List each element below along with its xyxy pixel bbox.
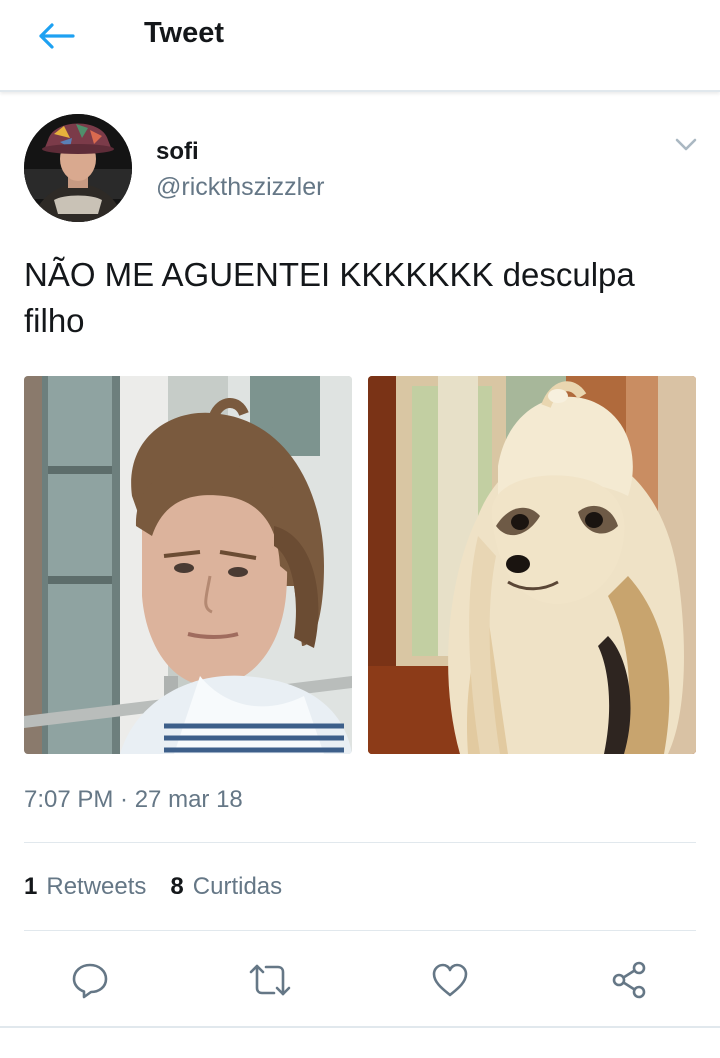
share-icon (612, 961, 646, 999)
back-button[interactable] (34, 18, 78, 54)
divider (24, 930, 696, 931)
like-button[interactable] (428, 958, 472, 1002)
divider (0, 1026, 720, 1028)
tweet-stats: 1 Retweets 8 Curtidas (24, 873, 282, 901)
author-display-name[interactable]: sofi (156, 138, 199, 166)
avatar[interactable] (24, 114, 132, 222)
likes-count: 8 (170, 873, 184, 900)
reply-button[interactable] (68, 958, 112, 1002)
retweets-count: 1 (24, 873, 38, 900)
divider (24, 842, 696, 843)
chevron-down-icon (675, 138, 697, 151)
tweet-timestamp[interactable]: 7:07 PM · 27 mar 18 (24, 786, 243, 814)
author-username[interactable]: @rickthszizzler (156, 173, 324, 202)
share-button[interactable] (607, 958, 651, 1002)
tweet-media-photo-1[interactable] (24, 376, 352, 754)
likes-label: Curtidas (192, 873, 283, 900)
top-bar: Tweet (0, 0, 720, 92)
heart-icon (432, 963, 468, 997)
arrow-left-icon (39, 23, 75, 49)
retweets-stat[interactable]: 1 Retweets (24, 873, 146, 901)
page-title: Tweet (144, 17, 225, 49)
tweet-text: NÃO ME AGUENTEI KKKKKKK desculpa filho (24, 256, 635, 339)
tweet-menu-button[interactable] (672, 134, 700, 156)
retweet-button[interactable] (248, 958, 292, 1002)
tweet-media-photo-2[interactable] (368, 376, 696, 754)
likes-stat[interactable]: 8 Curtidas (170, 873, 282, 901)
retweet-icon (249, 964, 291, 996)
reply-icon (72, 963, 108, 999)
retweets-label: Retweets (46, 873, 147, 900)
